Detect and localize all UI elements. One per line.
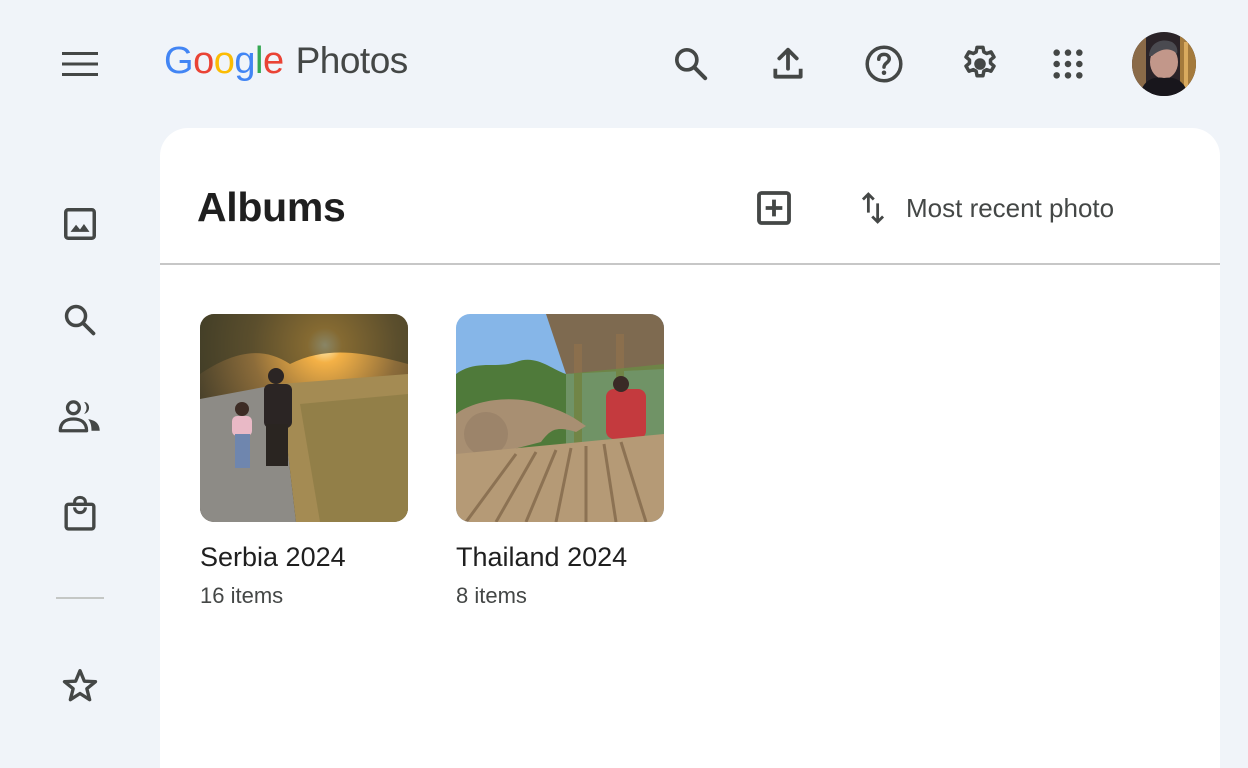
sidebar-item-sharing[interactable] [56,392,104,440]
logo-letter: g [234,40,255,82]
sidebar-item-print-store[interactable] [56,488,104,536]
google-wordmark: Google [164,40,284,83]
sidebar-item-favorites[interactable] [56,662,104,710]
album-cover-image [456,314,664,522]
search-icon [64,304,96,336]
help-button[interactable] [860,40,908,88]
logo-letter: o [193,40,214,82]
photo-icon [64,208,96,240]
google-photos-logo[interactable]: Google Photos [164,40,408,90]
avatar-image [1132,32,1196,96]
add-box-icon [757,191,791,225]
albums-header: Albums Most recent photo [160,128,1220,265]
sidebar-item-photos[interactable] [56,200,104,248]
logo-letter: l [254,40,263,82]
sort-albums-button[interactable]: Most recent photo [860,184,1114,232]
nav-divider [56,597,104,599]
album-cover-thailand [456,314,664,522]
album-cover-serbia [200,314,408,522]
settings-icon [964,45,996,78]
main-menu-button[interactable] [56,40,104,88]
account-avatar[interactable] [1132,32,1196,96]
help-icon [865,45,903,83]
people-icon [58,400,100,433]
google-apps-button[interactable] [1044,40,1092,88]
side-navigation [0,128,160,734]
page-title: Albums [197,184,346,230]
album-card[interactable]: Serbia 2024 16 items [200,314,410,609]
star-icon [62,669,98,702]
apps-icon [1053,49,1083,79]
swap-vert-icon [861,192,885,224]
create-album-button[interactable] [750,184,798,232]
settings-button[interactable] [956,40,1004,88]
search-icon [675,48,708,81]
upload-icon [773,47,803,79]
menu-icon [62,52,98,76]
album-title: Serbia 2024 [200,542,346,572]
search-button[interactable] [667,40,715,88]
album-card[interactable]: Thailand 2024 8 items [456,314,666,609]
shopping-bag-icon [64,495,96,531]
upload-button[interactable] [764,40,812,88]
logo-letter: o [213,40,235,82]
top-app-bar: Google Photos [0,0,1248,128]
album-item-count: 8 items [456,583,527,608]
album-title: Thailand 2024 [456,542,628,572]
sort-label: Most recent photo [906,192,1115,223]
album-cover-image [200,314,408,522]
logo-letter: G [164,40,194,82]
sidebar-item-search[interactable] [56,296,104,344]
album-item-count: 16 items [200,583,284,608]
product-name: Photos [295,40,409,81]
logo-letter: e [262,40,284,82]
albums-panel: Albums Most recent photo Serbia 2024 16 … [160,128,1220,768]
